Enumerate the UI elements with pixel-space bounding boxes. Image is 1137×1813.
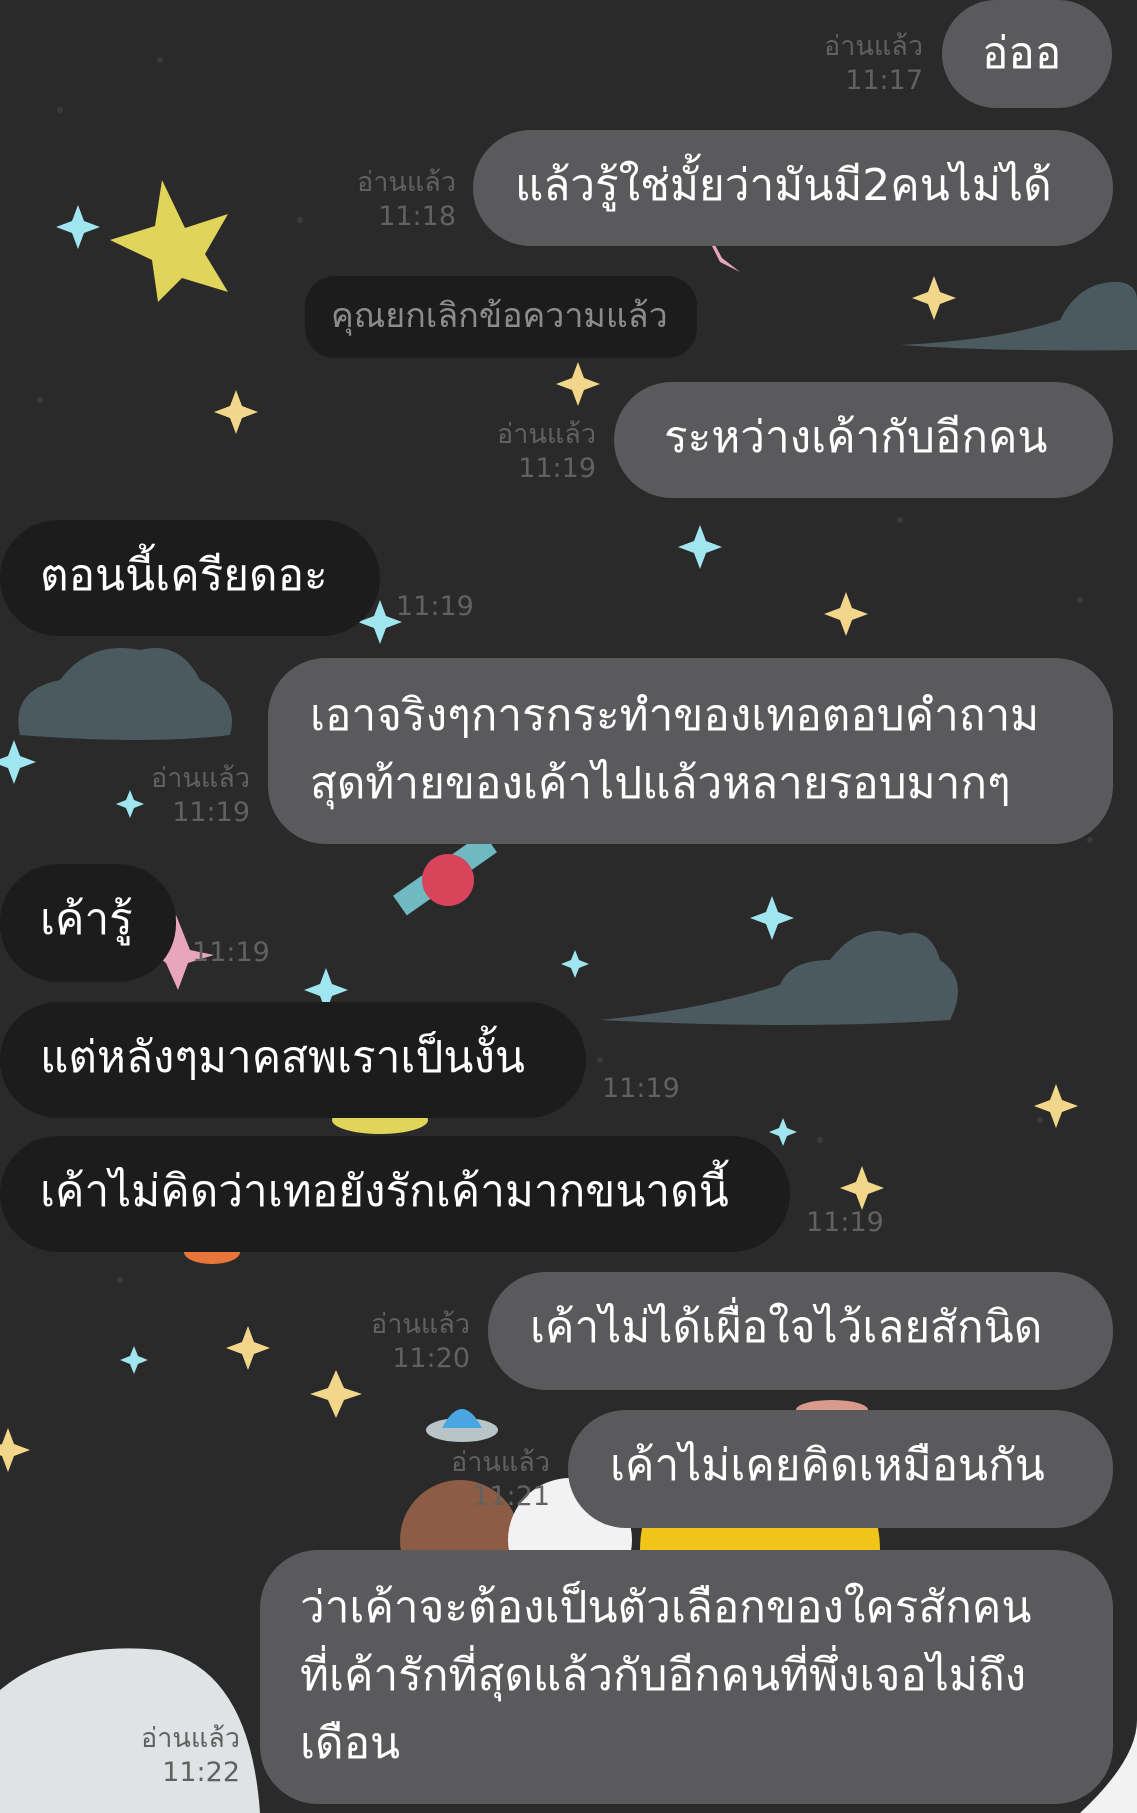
incoming-message[interactable]: เค้ารู้: [0, 864, 176, 982]
outgoing-message[interactable]: อ่ออ: [942, 0, 1112, 108]
message-text: เค้าไม่เคยคิดเหมือนกัน: [610, 1440, 1045, 1491]
message-time: 11:19: [192, 937, 270, 968]
message-meta: อ่านแล้ว 11:17: [780, 30, 923, 98]
incoming-message[interactable]: ตอนนี้เครียดอะ: [0, 520, 380, 636]
message-text-line: สุดท้ายของเค้าไปแล้วหลายรอบมากๆ: [310, 758, 1011, 809]
system-text: คุณยกเลิกข้อความแล้ว: [331, 296, 668, 336]
message-meta: 11:19: [602, 1072, 702, 1106]
outgoing-message[interactable]: ว่าเค้าจะต้องเป็นตัวเลือกของใครสักคน ที่…: [260, 1550, 1113, 1804]
message-time: 11:19: [806, 1207, 884, 1238]
ufo-icon: [426, 1409, 498, 1442]
read-receipt: อ่านแล้ว: [824, 31, 923, 62]
message-time: 11:17: [845, 65, 923, 96]
message-text: ระหว่างเค้ากับอีกคน: [664, 412, 1048, 463]
incoming-message[interactable]: เค้าไม่คิดว่าเทอยังรักเค้ามากขนาดนี้: [0, 1136, 790, 1252]
message-text-line: ว่าเค้าจะต้องเป็นตัวเลือกของใครสักคน: [300, 1582, 1032, 1633]
message-text: ตอนนี้เครียดอะ: [40, 550, 328, 601]
read-receipt: อ่านแล้ว: [141, 1723, 240, 1754]
message-text: เค้าไม่ได้เผื่อใจไว้เลยสักนิด: [530, 1302, 1043, 1353]
cloud-icon-2: [18, 648, 233, 740]
yellow-star-icon: [110, 180, 228, 302]
satellite-icon: [393, 832, 497, 916]
message-text: แต่หลังๆมาคสพเราเป็นงั้น: [40, 1032, 526, 1083]
read-receipt: อ่านแล้ว: [357, 167, 456, 198]
message-meta: 11:19: [396, 590, 496, 624]
message-meta: อ่านแล้ว 11:22: [110, 1722, 240, 1790]
message-time: 11:18: [378, 201, 456, 232]
message-meta: อ่านแล้ว 11:20: [340, 1308, 470, 1376]
message-time: 11:21: [472, 1481, 550, 1512]
message-text-line: เอาจริงๆการกระทำของเทอตอบคำถาม: [310, 690, 1040, 741]
outgoing-message[interactable]: ระหว่างเค้ากับอีกคน: [614, 382, 1113, 498]
cloud-icon-3: [600, 930, 958, 1025]
unsent-message-notice: คุณยกเลิกข้อความแล้ว: [305, 276, 697, 358]
message-text: แล้วรู้ใช่มั้ยว่ามันมี2คนไม่ได้: [515, 160, 1052, 211]
message-text: อ่ออ: [982, 28, 1062, 79]
message-meta: 11:19: [806, 1206, 906, 1240]
incoming-message[interactable]: แต่หลังๆมาคสพเราเป็นงั้น: [0, 1002, 586, 1118]
outgoing-message[interactable]: แล้วรู้ใช่มั้ยว่ามันมี2คนไม่ได้: [473, 130, 1113, 246]
message-time: 11:19: [172, 797, 250, 828]
message-meta: อ่านแล้ว 11:19: [470, 418, 596, 486]
outgoing-message[interactable]: เอาจริงๆการกระทำของเทอตอบคำถาม สุดท้ายขอ…: [268, 658, 1113, 844]
message-text-line: ที่เค้ารักที่สุดแล้วกับอีกคนที่พึ่งเจอไม…: [300, 1650, 1027, 1701]
read-receipt: อ่านแล้ว: [497, 419, 596, 450]
message-meta: อ่านแล้ว 11:21: [420, 1446, 550, 1514]
message-time: 11:19: [518, 453, 596, 484]
read-receipt: อ่านแล้ว: [151, 763, 250, 794]
message-time: 11:19: [602, 1073, 680, 1104]
message-text-line: เดือน: [300, 1718, 401, 1769]
message-text: เค้าไม่คิดว่าเทอยังรักเค้ามากขนาดนี้: [40, 1166, 729, 1217]
message-meta: อ่านแล้ว 11:18: [330, 166, 456, 234]
read-receipt: อ่านแล้ว: [371, 1309, 470, 1340]
outgoing-message[interactable]: เค้าไม่ได้เผื่อใจไว้เลยสักนิด: [488, 1272, 1113, 1390]
message-meta: 11:19: [192, 936, 292, 970]
message-time: 11:20: [392, 1343, 470, 1374]
message-time: 11:22: [162, 1757, 240, 1788]
read-receipt: อ่านแล้ว: [451, 1447, 550, 1478]
outgoing-message[interactable]: เค้าไม่เคยคิดเหมือนกัน: [568, 1410, 1113, 1528]
message-text: เค้ารู้: [40, 894, 133, 945]
message-meta: อ่านแล้ว 11:19: [120, 762, 250, 830]
message-time: 11:19: [396, 591, 474, 622]
